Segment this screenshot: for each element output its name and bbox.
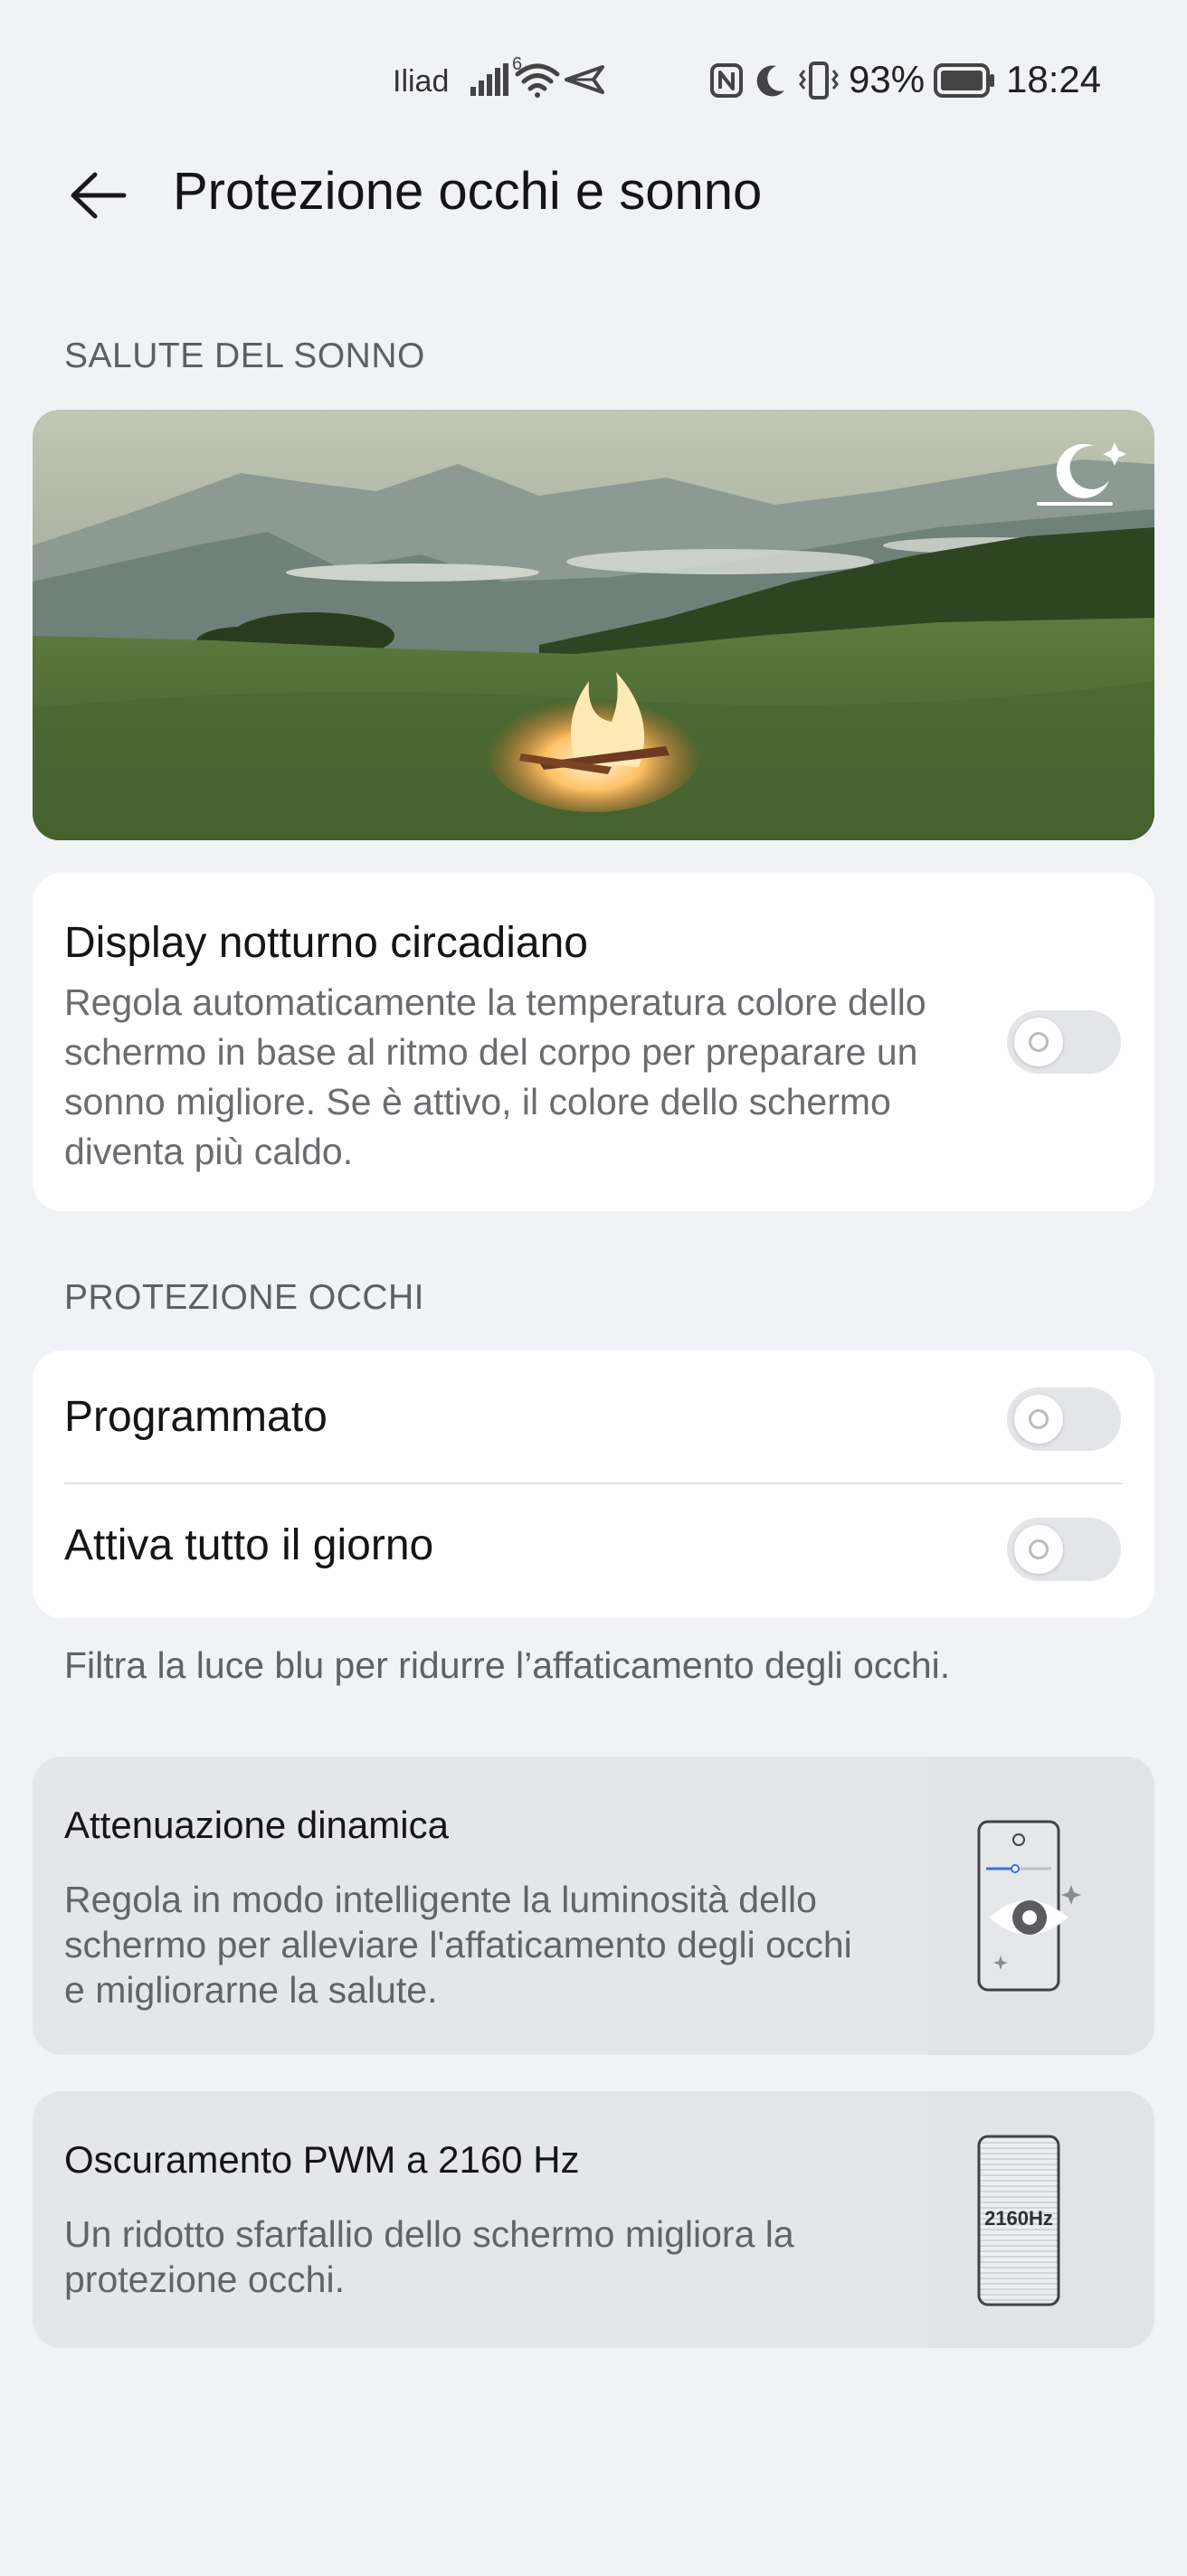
moon-icon: [756, 65, 784, 97]
status-bar: Iliad 6 93% 18:24: [0, 0, 1187, 163]
section-label-sleep: SALUTE DEL SONNO: [64, 336, 425, 375]
battery-icon: [934, 63, 994, 98]
back-button[interactable]: [54, 152, 141, 239]
circadian-toggle[interactable]: [1007, 1010, 1121, 1074]
battery-percent: 93%: [849, 58, 926, 100]
signal-icon: [470, 63, 508, 96]
all-day-title: Attiva tutto il giorno: [64, 1521, 434, 1569]
carrier-label: Iliad: [393, 64, 450, 99]
feature-title: Oscuramento PWM a 2160 Hz: [64, 2138, 580, 2181]
feature-card-pwm-dimming[interactable]: Oscuramento PWM a 2160 Hz Un ridotto sfa…: [33, 2091, 1154, 2348]
feature-illustration: [928, 1757, 1154, 2055]
circadian-title: Display notturno circadiano: [64, 919, 588, 967]
toggle-knob: [1014, 1395, 1063, 1444]
list-item-scheduled[interactable]: Programmato: [33, 1350, 1154, 1482]
eye-protection-footnote: Filtra la luce blu per ridurre l’affatic…: [64, 1644, 951, 1686]
feature-title: Attenuazione dinamica: [64, 1804, 449, 1846]
eye-protection-card: Programmato Attiva tutto il giorno: [33, 1350, 1154, 1618]
toggle-knob: [1014, 1018, 1063, 1066]
feature-card-dynamic-dimming[interactable]: Attenuazione dinamica Regola in modo int…: [33, 1757, 1154, 2055]
circadian-description: Regola automaticamente la temperatura co…: [64, 981, 926, 1172]
feature-description: Regola in modo intelligente la luminosit…: [64, 1879, 852, 2011]
all-day-toggle[interactable]: [1007, 1518, 1121, 1581]
phone-eye-icon: [977, 1820, 1081, 1992]
hz-label: 2160Hz: [984, 2207, 1053, 2230]
list-item-all-day[interactable]: Attiva tutto il giorno: [33, 1484, 1154, 1618]
feature-illustration: 2160Hz: [928, 2091, 1154, 2348]
vibrate-icon: [799, 62, 839, 99]
screen: Iliad 6 93% 18:24 Protezione occhi e son…: [0, 0, 1187, 2576]
scheduled-title: Programmato: [64, 1393, 328, 1441]
section-label-eye: PROTEZIONE OCCHI: [64, 1278, 425, 1317]
scheduled-toggle[interactable]: [1007, 1387, 1121, 1451]
feature-description: Un ridotto sfarfallio dello schermo migl…: [64, 2213, 794, 2300]
clock: 18:24: [1006, 58, 1102, 100]
location-arrow-icon: [565, 65, 604, 94]
circadian-card: Display notturno circadiano Regola autom…: [33, 873, 1154, 1211]
sleep-banner-image: [33, 410, 1154, 840]
page-title: Protezione occhi e sonno: [173, 162, 763, 221]
arrow-left-icon: [71, 172, 127, 219]
nfc-icon: [710, 63, 743, 98]
toggle-knob: [1014, 1525, 1063, 1574]
network-badge: 6: [512, 54, 523, 74]
